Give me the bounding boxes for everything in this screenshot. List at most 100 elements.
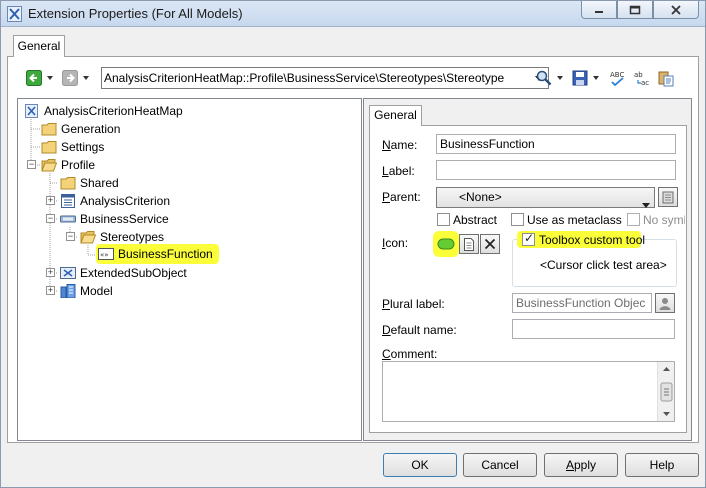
table-icon [61, 194, 75, 208]
nosymbol-checkbox[interactable] [627, 213, 640, 226]
tree-item-shared[interactable]: Shared [60, 174, 119, 192]
tree-item-label: Model [80, 284, 113, 298]
toolbar: AnalysisCriterionHeatMap::Profile\Busine… [21, 67, 691, 91]
ok-button[interactable]: OK [383, 453, 457, 477]
collapse-icon[interactable]: − [27, 160, 36, 169]
folder-icon [41, 123, 57, 136]
replace-icon[interactable]: ab ac [633, 69, 651, 87]
tree-item-extendedsubobject[interactable]: ExtendedSubObject [60, 264, 187, 282]
tree-item-root[interactable]: AnalysisCriterionHeatMap [24, 102, 183, 120]
parent-properties-button[interactable] [658, 187, 678, 207]
back-dropdown-icon[interactable] [47, 76, 53, 80]
tree-item-businessfunction[interactable]: «» BusinessFunction [96, 244, 219, 264]
help-button[interactable]: Help [625, 453, 699, 477]
comment-scrollbar[interactable] [657, 362, 674, 421]
building-icon [60, 284, 76, 298]
window-title: Extension Properties (For All Models) [28, 6, 243, 21]
label-field[interactable] [436, 160, 676, 180]
tree-item-label: ExtendedSubObject [80, 266, 187, 280]
tree-view[interactable]: AnalysisCriterionHeatMap Generation Sett… [17, 98, 362, 441]
collapse-icon[interactable]: − [46, 214, 55, 223]
forward-dropdown-icon[interactable] [83, 76, 89, 80]
save-dropdown-icon[interactable] [593, 76, 599, 80]
tree-item-model[interactable]: Model [60, 282, 113, 300]
default-name-label: Default name: [382, 323, 457, 337]
tree-item-label: Shared [80, 176, 119, 190]
path-text: AnalysisCriterionHeatMap::Profile\Busine… [104, 71, 505, 85]
nosymbol-label: No symb [643, 213, 685, 227]
save-icon[interactable] [571, 69, 589, 87]
window-controls [581, 1, 699, 21]
stereotype-icon: «» [98, 248, 114, 260]
parent-value: <None> [459, 190, 502, 204]
metaclass-checkbox[interactable] [511, 213, 524, 226]
app-icon [7, 6, 22, 22]
abstract-checkbox[interactable] [437, 213, 450, 226]
expand-icon[interactable]: + [46, 268, 55, 277]
tree-item-label: AnalysisCriterion [80, 194, 171, 208]
label-label: Label: [382, 164, 415, 178]
path-combo[interactable]: AnalysisCriterionHeatMap::Profile\Busine… [101, 67, 549, 89]
extension-properties-window: Extension Properties (For All Models) Ge… [0, 0, 706, 488]
svg-text:«»: «» [100, 251, 109, 259]
document-icon [464, 237, 474, 251]
tree-item-generation[interactable]: Generation [41, 120, 120, 138]
tab-general[interactable]: General [13, 35, 65, 57]
find-icon[interactable] [535, 69, 553, 87]
tree-item-label: BusinessService [80, 212, 169, 226]
spell-check-icon[interactable]: ABC [609, 69, 627, 87]
open-folder-icon [41, 159, 57, 172]
tree-item-label: Stereotypes [100, 230, 165, 244]
properties-icon [662, 191, 674, 203]
browse-icon-button[interactable] [459, 234, 479, 254]
name-label: Name: [382, 138, 418, 152]
back-arrow-icon[interactable] [25, 69, 43, 87]
close-icon[interactable] [653, 1, 699, 19]
expand-icon[interactable]: + [46, 286, 55, 295]
comment-textarea[interactable] [382, 361, 675, 422]
tree-item-label: Settings [61, 140, 105, 154]
service-icon [60, 215, 76, 223]
title-bar: Extension Properties (For All Models) [1, 1, 705, 27]
tab-general-inner[interactable]: General [369, 105, 422, 126]
plural-label: Plural label: [382, 297, 445, 311]
cursor-test-area[interactable]: <Cursor click test area> [540, 258, 667, 272]
expand-icon[interactable]: + [46, 196, 55, 205]
svg-text:ab: ab [634, 71, 643, 79]
clear-icon-button[interactable] [480, 234, 500, 254]
tree-item-settings[interactable]: Settings [41, 138, 104, 156]
current-icon-preview[interactable] [436, 235, 456, 253]
apply-button[interactable]: Apply [544, 453, 618, 477]
tree-item-analysiscriterion[interactable]: AnalysisCriterion [60, 192, 170, 210]
restore-icon[interactable] [617, 1, 653, 19]
paste-icon[interactable] [657, 69, 675, 87]
user-icon [659, 297, 671, 310]
svg-text:ac: ac [641, 79, 649, 87]
minimize-icon[interactable] [581, 1, 617, 19]
delete-icon [484, 238, 496, 250]
tree-item-businessservice[interactable]: BusinessService [60, 210, 169, 228]
tree-item-label: BusinessFunction [118, 247, 213, 261]
tree-item-profile[interactable]: Profile [41, 156, 95, 174]
tree-item-label: Generation [61, 122, 121, 136]
forward-arrow-icon[interactable] [61, 69, 79, 87]
toolbox-label: Toolbox custom tool [539, 233, 646, 247]
collapse-icon[interactable]: − [66, 232, 75, 241]
tree-item-label: Profile [61, 158, 96, 172]
default-name-field[interactable] [512, 319, 675, 339]
name-field[interactable]: BusinessFunction [436, 134, 676, 154]
parent-combo[interactable]: <None> [436, 187, 655, 208]
folder-icon [60, 177, 76, 190]
plural-field[interactable]: BusinessFunction Objec [512, 293, 652, 313]
icon-label: Icon: [382, 236, 409, 250]
toolbox-checkbox[interactable] [522, 231, 535, 246]
comment-label: Comment: [382, 347, 438, 361]
scrollbar-glyphs [660, 367, 673, 416]
folder-icon [41, 141, 57, 154]
cancel-button[interactable]: Cancel [463, 453, 537, 477]
find-dropdown-icon[interactable] [557, 76, 563, 80]
plural-user-button[interactable] [655, 293, 675, 313]
metaclass-label: Use as metaclass [527, 213, 622, 227]
extended-object-icon [60, 267, 76, 279]
tree-item-label: AnalysisCriterionHeatMap [44, 104, 183, 118]
